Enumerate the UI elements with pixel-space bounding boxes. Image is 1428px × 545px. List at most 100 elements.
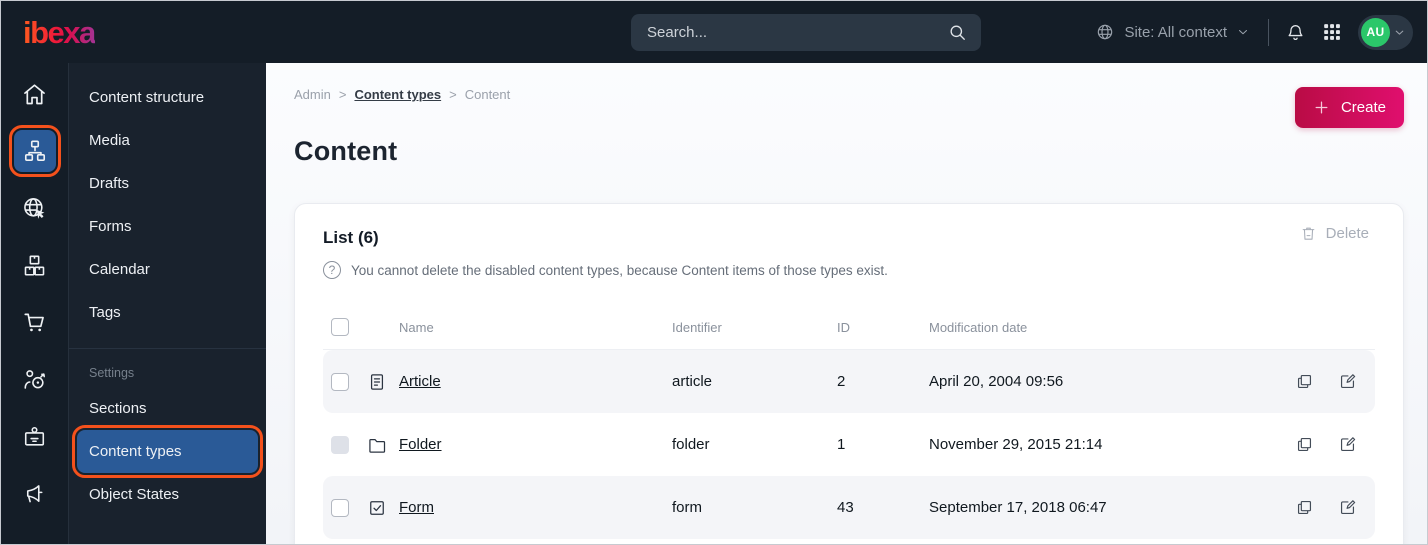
table-row: Folder folder 1 November 29, 2015 21:14 bbox=[323, 413, 1375, 476]
sidebar-item-object-states[interactable]: Object States bbox=[77, 473, 258, 516]
logo-area: ibexa bbox=[1, 17, 266, 48]
help-icon: ? bbox=[323, 261, 341, 279]
sidebar-item-label: Sections bbox=[89, 400, 147, 417]
folder-icon bbox=[367, 435, 399, 455]
table-row: Article article 2 April 20, 2004 09:56 bbox=[323, 350, 1375, 413]
column-header-modification-date: Modification date bbox=[929, 319, 1028, 335]
cell-identifier: form bbox=[672, 499, 702, 516]
content-type-link[interactable]: Article bbox=[399, 373, 441, 390]
row-checkbox[interactable] bbox=[331, 498, 349, 517]
site-context-label: Site: All context bbox=[1124, 23, 1227, 41]
avatar: AU bbox=[1361, 17, 1390, 47]
rail-item-site[interactable] bbox=[14, 187, 56, 229]
site-context-selector[interactable]: Site: All context bbox=[1095, 22, 1250, 42]
rail-item-commerce[interactable] bbox=[14, 301, 56, 343]
global-search[interactable] bbox=[631, 13, 981, 51]
create-button[interactable]: Create bbox=[1294, 87, 1404, 128]
megaphone-icon bbox=[21, 480, 48, 507]
ibexa-logo: ibexa bbox=[23, 14, 96, 50]
delete-button[interactable]: Delete bbox=[1294, 224, 1375, 243]
cell-id: 43 bbox=[837, 499, 854, 516]
cell-id: 1 bbox=[837, 436, 846, 453]
column-header-name: Name bbox=[399, 319, 434, 335]
column-header-identifier: Identifier bbox=[672, 319, 722, 335]
rail-item-marketing[interactable] bbox=[14, 472, 56, 514]
home-icon bbox=[21, 81, 48, 108]
edit-icon[interactable] bbox=[1338, 372, 1357, 391]
sidebar-item-content-structure[interactable]: Content structure bbox=[77, 76, 258, 119]
edit-icon[interactable] bbox=[1338, 498, 1357, 517]
app-window: ibexa Site: All context bbox=[0, 0, 1428, 545]
info-row: ? You cannot delete the disabled content… bbox=[323, 261, 1375, 279]
column-header-id: ID bbox=[837, 319, 850, 335]
chevron-down-icon bbox=[1236, 25, 1250, 39]
rail-item-customer-portal[interactable] bbox=[14, 415, 56, 457]
form-icon bbox=[367, 498, 399, 518]
breadcrumb-admin: Admin bbox=[294, 87, 331, 102]
globe-cursor-icon bbox=[21, 195, 48, 222]
create-button-label: Create bbox=[1340, 99, 1386, 116]
sidebar-item-label: Object States bbox=[89, 486, 180, 503]
cell-modification-date: April 20, 2004 09:56 bbox=[929, 373, 1064, 390]
sidebar-item-sections[interactable]: Sections bbox=[77, 387, 258, 430]
cart-icon bbox=[21, 309, 48, 336]
boxes-icon bbox=[21, 252, 48, 279]
sidebar-item-content-types[interactable]: Content types bbox=[72, 425, 263, 478]
rail-item-home[interactable] bbox=[14, 73, 56, 115]
cell-identifier: article bbox=[672, 373, 713, 390]
content-type-link[interactable]: Folder bbox=[399, 436, 442, 453]
row-actions bbox=[1283, 372, 1375, 391]
notifications-bell-icon[interactable] bbox=[1285, 22, 1306, 43]
row-checkbox[interactable] bbox=[331, 372, 349, 391]
sidebar-item-calendar[interactable]: Calendar bbox=[77, 248, 258, 291]
sidebar-item-forms[interactable]: Forms bbox=[77, 205, 258, 248]
settings-section-label: Settings bbox=[89, 366, 135, 380]
sidebar-item-label: Calendar bbox=[89, 261, 150, 278]
body-row: Content structure Media Drafts Forms Cal… bbox=[1, 63, 1427, 544]
trash-icon bbox=[1300, 225, 1317, 242]
sidebar-item-tags[interactable]: Tags bbox=[77, 291, 258, 334]
row-actions bbox=[1283, 498, 1375, 517]
segments-icon bbox=[21, 366, 48, 393]
content-type-link[interactable]: Form bbox=[399, 499, 434, 516]
copy-icon[interactable] bbox=[1295, 435, 1314, 454]
info-text: You cannot delete the disabled content t… bbox=[351, 262, 888, 278]
app-grid-icon[interactable] bbox=[1322, 22, 1342, 42]
sidebar-panel: Content structure Media Drafts Forms Cal… bbox=[68, 63, 266, 544]
table-header-row: Name Identifier ID Modification date bbox=[323, 305, 1375, 350]
rail-item-personalization[interactable] bbox=[14, 358, 56, 400]
list-title: List (6) bbox=[323, 228, 379, 247]
select-all-checkbox[interactable] bbox=[331, 318, 349, 336]
sidebar-item-label: Content structure bbox=[89, 89, 205, 106]
breadcrumb-separator: > bbox=[338, 87, 347, 102]
copy-icon[interactable] bbox=[1295, 498, 1314, 517]
breadcrumb: Admin > Content types > Content bbox=[294, 87, 1404, 102]
page-title: Content bbox=[294, 136, 398, 166]
sidebar-item-drafts[interactable]: Drafts bbox=[77, 162, 258, 205]
chevron-down-icon bbox=[1393, 26, 1406, 39]
rail-item-content-structure[interactable] bbox=[8, 125, 61, 177]
sidebar-item-label: Tags bbox=[89, 304, 121, 321]
sidebar-item-label: Forms bbox=[89, 218, 132, 235]
user-menu[interactable]: AU bbox=[1358, 14, 1413, 50]
content-types-table: Name Identifier ID Modification date Art… bbox=[323, 305, 1375, 539]
breadcrumb-content-types-link[interactable]: Content types bbox=[354, 87, 441, 102]
cell-identifier: folder bbox=[672, 436, 710, 453]
rail-item-product-catalog[interactable] bbox=[14, 244, 56, 286]
sidebar-item-label: Media bbox=[89, 132, 130, 149]
sidebar-item-label: Content types bbox=[89, 443, 182, 460]
search-input[interactable] bbox=[645, 22, 948, 42]
id-badge-icon bbox=[21, 423, 48, 450]
search-icon[interactable] bbox=[948, 23, 967, 42]
article-icon bbox=[367, 372, 399, 392]
delete-button-label: Delete bbox=[1325, 225, 1369, 242]
copy-icon[interactable] bbox=[1295, 372, 1314, 391]
table-row: Form form 43 September 17, 2018 06:47 bbox=[323, 476, 1375, 539]
top-bar: ibexa Site: All context bbox=[1, 1, 1427, 63]
row-actions bbox=[1283, 435, 1375, 454]
sidebar-item-label: Drafts bbox=[89, 175, 130, 192]
globe-icon bbox=[1095, 22, 1115, 42]
edit-icon[interactable] bbox=[1338, 435, 1357, 454]
row-checkbox-disabled bbox=[331, 435, 349, 454]
sidebar-item-media[interactable]: Media bbox=[77, 119, 258, 162]
